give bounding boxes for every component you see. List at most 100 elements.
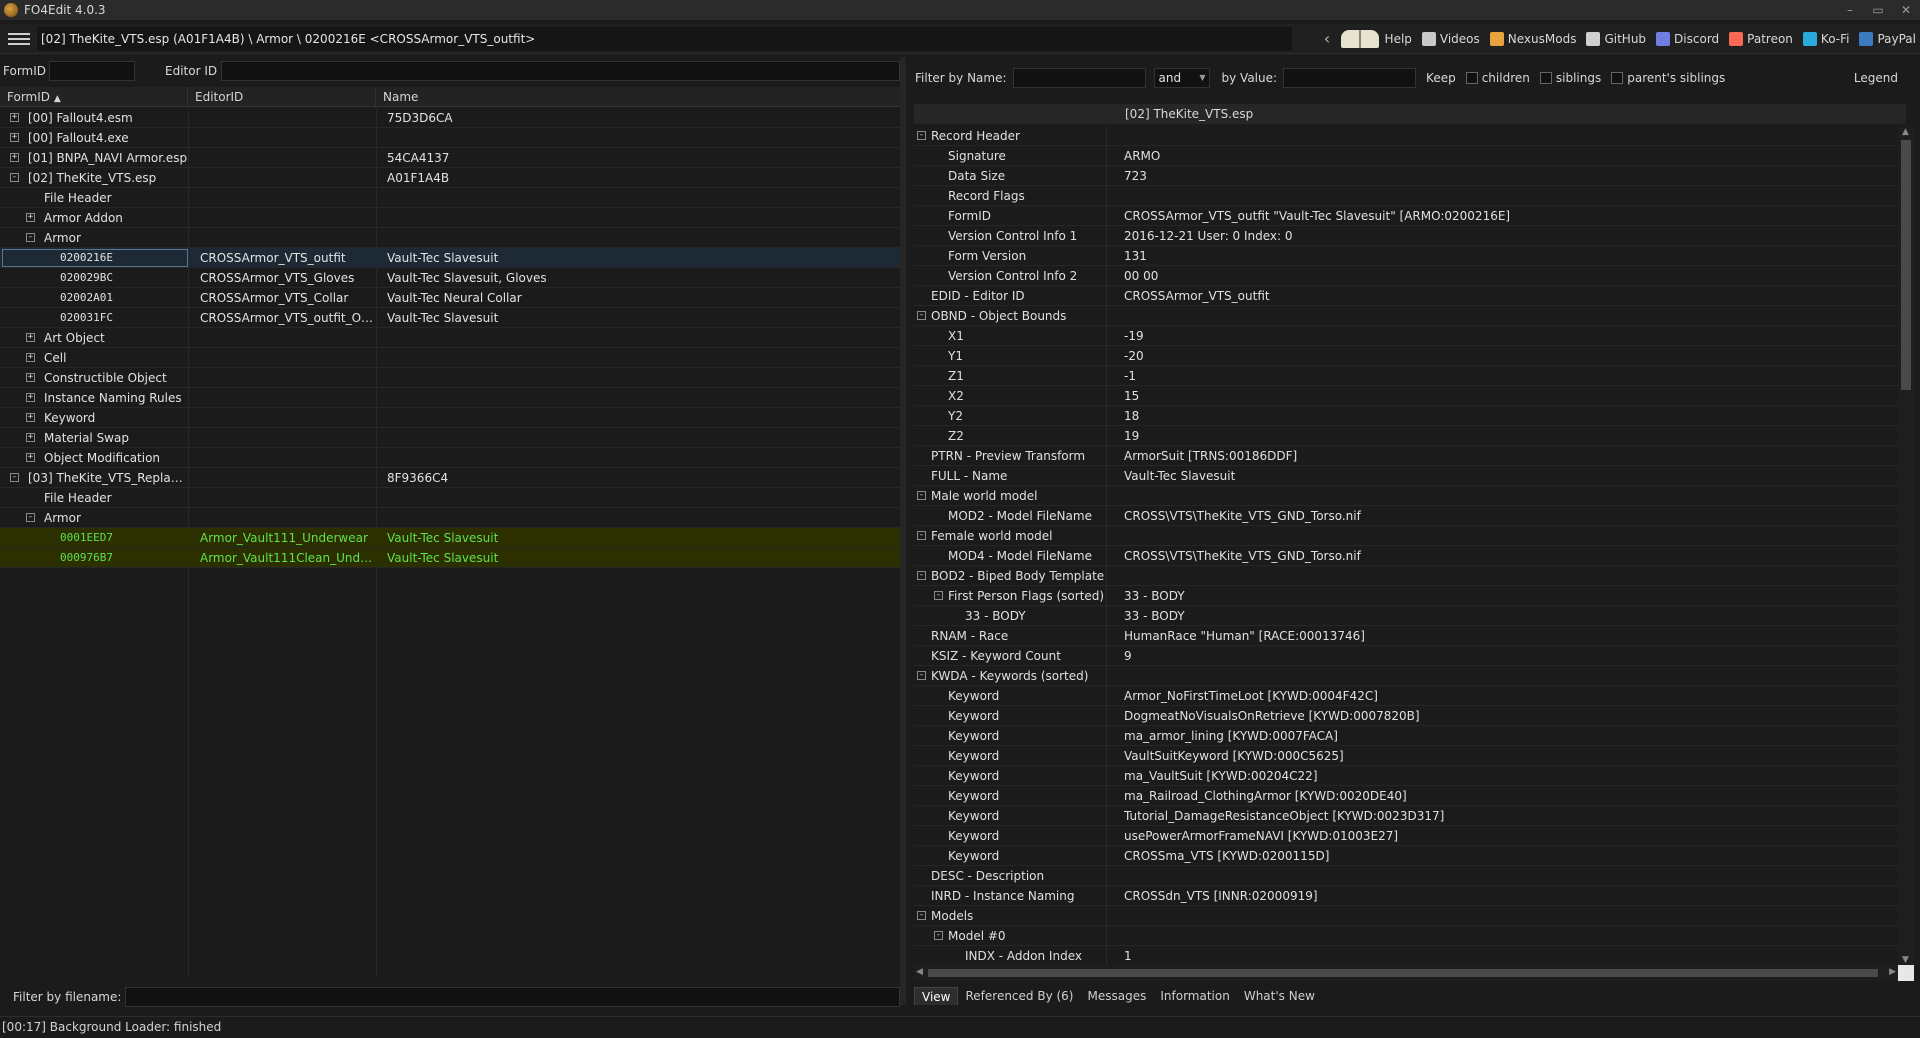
tree-row[interactable]: -[03] TheKite_VTS_Replacer.esp 8F9366C4: [0, 468, 900, 488]
collapse-icon[interactable]: -: [10, 173, 19, 182]
record-row[interactable]: - Models: [914, 906, 1904, 926]
col-editorid-header[interactable]: EditorID: [188, 87, 376, 107]
record-row[interactable]: 33 - BODY 33 - BODY: [914, 606, 1904, 626]
discord-link[interactable]: Discord: [1656, 32, 1719, 46]
record-field-value[interactable]: ARMO: [1124, 146, 1894, 166]
record-row[interactable]: Keyword ma_Railroad_ClothingArmor [KYWD:0…: [914, 786, 1904, 806]
record-row[interactable]: INDX - Addon Index 1: [914, 946, 1904, 966]
record-row[interactable]: X2 15: [914, 386, 1904, 406]
collapse-icon[interactable]: -: [934, 591, 943, 600]
record-field-value[interactable]: 2016-12-21 User: 0 Index: 0: [1124, 226, 1894, 246]
record-row[interactable]: Signature ARMO: [914, 146, 1904, 166]
tree-row[interactable]: - Armor: [0, 228, 900, 248]
record-field-value[interactable]: 15: [1124, 386, 1894, 406]
filter-by-name-input[interactable]: [1012, 68, 1146, 88]
collapse-icon[interactable]: -: [917, 131, 926, 140]
record-field-value[interactable]: -1: [1124, 366, 1894, 386]
tree-row[interactable]: - Armor: [0, 508, 900, 528]
record-row[interactable]: - KWDA - Keywords (sorted): [914, 666, 1904, 686]
record-row[interactable]: - Model #0: [914, 926, 1904, 946]
record-row[interactable]: Keyword ma_VaultSuit [KYWD:00204C22]: [914, 766, 1904, 786]
record-field-value[interactable]: [1124, 306, 1894, 326]
record-field-value[interactable]: -20: [1124, 346, 1894, 366]
record-field-value[interactable]: CROSS\VTS\TheKite_VTS_GND_Torso.nif: [1124, 506, 1894, 526]
expand-icon[interactable]: +: [10, 113, 19, 122]
record-row[interactable]: MOD2 - Model FileName CROSS\VTS\TheKite_V…: [914, 506, 1904, 526]
record-field-value[interactable]: ma_VaultSuit [KYWD:00204C22]: [1124, 766, 1894, 786]
kofi-link[interactable]: Ko-Fi: [1802, 32, 1849, 46]
record-row[interactable]: Keyword CROSSma_VTS [KYWD:0200115D]: [914, 846, 1904, 866]
collapse-icon[interactable]: -: [26, 233, 35, 242]
expand-icon[interactable]: +: [26, 333, 35, 342]
record-field-value[interactable]: Tutorial_DamageResistanceObject [KYWD:00…: [1124, 806, 1894, 826]
tree-row[interactable]: + [00] Fallout4.esm 75D3D6CA: [0, 108, 900, 128]
expand-icon[interactable]: +: [26, 353, 35, 362]
expand-icon[interactable]: +: [26, 433, 35, 442]
legend-button[interactable]: Legend: [1854, 71, 1898, 85]
parents-siblings-checkbox[interactable]: [1611, 72, 1624, 84]
collapse-icon[interactable]: -: [917, 671, 926, 680]
collapse-icon[interactable]: -: [10, 473, 19, 482]
tree-row[interactable]: + Constructible Object: [0, 368, 900, 388]
record-row[interactable]: Keyword Tutorial_DamageResistanceObject […: [914, 806, 1904, 826]
record-field-value[interactable]: [1124, 526, 1894, 546]
record-field-value[interactable]: VaultSuitKeyword [KYWD:000C5625]: [1124, 746, 1894, 766]
tab-view[interactable]: View: [914, 987, 959, 1005]
tree-row[interactable]: + Instance Naming Rules: [0, 388, 900, 408]
record-field-value[interactable]: HumanRace "Human" [RACE:00013746]: [1124, 626, 1894, 646]
record-row[interactable]: - Record Header: [914, 126, 1904, 146]
siblings-checkbox[interactable]: [1539, 72, 1552, 84]
tab-information[interactable]: Information: [1153, 987, 1236, 1005]
tree-row[interactable]: + Cell: [0, 348, 900, 368]
filename-filter-input[interactable]: [125, 987, 900, 1007]
record-row[interactable]: Keyword ma_armor_lining [KYWD:0007FACA]: [914, 726, 1904, 746]
expand-icon[interactable]: +: [10, 133, 19, 142]
record-field-value[interactable]: [1124, 126, 1894, 146]
hamburger-menu-icon[interactable]: [8, 31, 30, 47]
record-field-value[interactable]: CROSSdn_VTS [INNR:02000919]: [1124, 886, 1894, 906]
collapse-icon[interactable]: -: [917, 571, 926, 580]
col-formid-header[interactable]: FormID ▲: [0, 87, 188, 107]
record-field-value[interactable]: CROSSArmor_VTS_outfit "Vault-Tec Slavesu…: [1124, 206, 1894, 226]
col-name-header[interactable]: Name: [376, 87, 900, 107]
record-field-value[interactable]: ma_armor_lining [KYWD:0007FACA]: [1124, 726, 1894, 746]
record-field-value[interactable]: Vault-Tec Slavesuit: [1124, 466, 1894, 486]
record-row[interactable]: EDID - Editor ID CROSSArmor_VTS_outfit: [914, 286, 1904, 306]
record-row[interactable]: RNAM - Race HumanRace "Human" [RACE:00013…: [914, 626, 1904, 646]
record-field-value[interactable]: [1124, 866, 1894, 886]
children-checkbox[interactable]: [1465, 72, 1478, 84]
by-value-input[interactable]: [1283, 68, 1417, 88]
record-row[interactable]: PTRN - Preview Transform ArmorSuit [TRNS:…: [914, 446, 1904, 466]
tree-row[interactable]: 02002A01 CROSSArmor_VTS_Collar Vault-Tec N…: [0, 288, 900, 308]
record-row[interactable]: Y2 18: [914, 406, 1904, 426]
record-field-value[interactable]: [1124, 486, 1894, 506]
tree-row[interactable]: 0001EED7 Armor_Vault111_Underwear Vault-Te…: [0, 528, 900, 548]
collapse-icon[interactable]: -: [917, 531, 926, 540]
vertical-scrollbar[interactable]: ▲ ▼: [1898, 126, 1914, 966]
minimize-button[interactable]: –: [1836, 0, 1864, 20]
record-row[interactable]: Keyword VaultSuitKeyword [KYWD:000C5625]: [914, 746, 1904, 766]
record-row[interactable]: DESC - Description: [914, 866, 1904, 886]
record-row[interactable]: Form Version 131: [914, 246, 1904, 266]
expand-icon[interactable]: +: [26, 373, 35, 382]
record-row[interactable]: Z1 -1: [914, 366, 1904, 386]
record-field-value[interactable]: 33 - BODY: [1124, 586, 1894, 606]
record-field-value[interactable]: 1: [1124, 946, 1894, 966]
record-row[interactable]: - BOD2 - Biped Body Template: [914, 566, 1904, 586]
maximize-button[interactable]: ▭: [1864, 0, 1892, 20]
paypal-link[interactable]: PayPal: [1859, 32, 1916, 46]
horizontal-scroll-thumb[interactable]: [928, 969, 1878, 977]
expand-icon[interactable]: +: [26, 213, 35, 222]
tab-whats-new[interactable]: What's New: [1237, 987, 1322, 1005]
record-row[interactable]: FULL - Name Vault-Tec Slavesuit: [914, 466, 1904, 486]
record-row[interactable]: KSIZ - Keyword Count 9: [914, 646, 1904, 666]
record-field-value[interactable]: 33 - BODY: [1124, 606, 1894, 626]
expand-icon[interactable]: +: [26, 453, 35, 462]
record-field-value[interactable]: 00 00: [1124, 266, 1894, 286]
record-field-value[interactable]: CROSS\VTS\TheKite_VTS_GND_Torso.nif: [1124, 546, 1894, 566]
record-row[interactable]: MOD4 - Model FileName CROSS\VTS\TheKite_V…: [914, 546, 1904, 566]
tree-row[interactable]: + Art Object: [0, 328, 900, 348]
formid-input[interactable]: [49, 61, 136, 81]
record-field-value[interactable]: ArmorSuit [TRNS:00186DDF]: [1124, 446, 1894, 466]
tree-row[interactable]: 020029BC CROSSArmor_VTS_Gloves Vault-Tec S…: [0, 268, 900, 288]
